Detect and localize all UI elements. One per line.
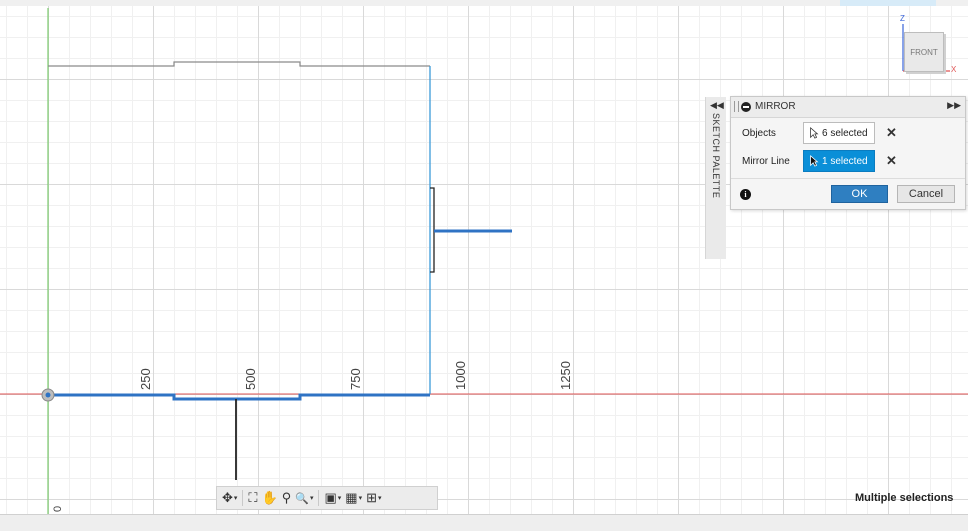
cancel-button[interactable]: Cancel	[897, 185, 955, 203]
axis-tick-label: 750	[348, 368, 363, 390]
info-icon[interactable]: i	[740, 189, 751, 200]
mirror-line-label: Mirror Line	[742, 156, 790, 167]
display-settings-icon[interactable]: ▣ ▾	[323, 488, 342, 508]
bottom-status-bar	[0, 514, 968, 531]
axis-tick-label: 500	[243, 368, 258, 390]
drag-handle-icon[interactable]	[734, 101, 739, 112]
cursor-arrow-icon	[810, 155, 819, 167]
mirror-line-selection-count: 1 selected	[822, 155, 868, 167]
pan-icon[interactable]: ✋	[261, 488, 279, 508]
cursor-arrow-icon	[810, 127, 819, 139]
sketch-geometry[interactable]	[0, 0, 968, 530]
ok-button[interactable]: OK	[831, 185, 888, 203]
mirror-dialog: MIRROR ▶▶ Objects 6 selected ✕ Mirror Li…	[730, 96, 966, 210]
mirror-line-selection-field[interactable]: 1 selected	[803, 150, 875, 172]
dialog-divider	[731, 178, 965, 179]
origin-tick-label: 0	[52, 505, 64, 512]
objects-selection-field[interactable]: 6 selected	[803, 122, 875, 144]
objects-selection-count: 6 selected	[822, 127, 868, 139]
grid-icon[interactable]: ▦ ▾	[344, 488, 363, 508]
sketch-palette-label: SKETCH PALETTE	[711, 113, 721, 199]
sketch-top-outline	[48, 61, 430, 67]
axis-tick-label: 250	[138, 368, 153, 390]
toolbar-divider	[242, 490, 244, 506]
view-cube[interactable]: Z FRONT X	[898, 14, 960, 74]
dialog-title: MIRROR	[755, 101, 796, 112]
collapse-icon[interactable]: ◀◀	[710, 100, 724, 111]
clear-objects-icon[interactable]: ✕	[886, 125, 897, 141]
objects-label: Objects	[742, 128, 776, 139]
fit-icon[interactable]: 🔍 ▾	[294, 488, 314, 508]
toolbar-divider	[318, 490, 320, 506]
navigation-toolbar: ✥ ▾ ⛶ ✋ ⚲ 🔍 ▾ ▣ ▾ ▦ ▾ ⊞ ▾	[216, 486, 438, 510]
zoom-icon[interactable]: ⚲	[281, 488, 293, 508]
dialog-header[interactable]: MIRROR ▶▶	[731, 97, 965, 118]
x-axis-label: X	[951, 65, 957, 74]
collapse-dialog-icon[interactable]	[741, 102, 751, 112]
axis-tick-label: 1250	[558, 361, 573, 390]
expand-dialog-icon[interactable]: ▶▶	[947, 100, 961, 111]
status-text: Multiple selections	[855, 492, 954, 504]
selected-bottom-profile	[48, 393, 430, 401]
axis-tick-label: 1000	[453, 361, 468, 390]
sketch-palette-tab[interactable]: ◀◀ SKETCH PALETTE	[705, 97, 726, 259]
view-cube-front-face[interactable]: FRONT	[904, 32, 944, 72]
clear-mirror-line-icon[interactable]: ✕	[886, 153, 897, 169]
origin-point-center	[45, 392, 51, 398]
look-at-icon[interactable]: ⛶	[247, 488, 258, 508]
viewports-icon[interactable]: ⊞ ▾	[365, 488, 382, 508]
orbit-icon[interactable]: ✥ ▾	[221, 488, 238, 508]
